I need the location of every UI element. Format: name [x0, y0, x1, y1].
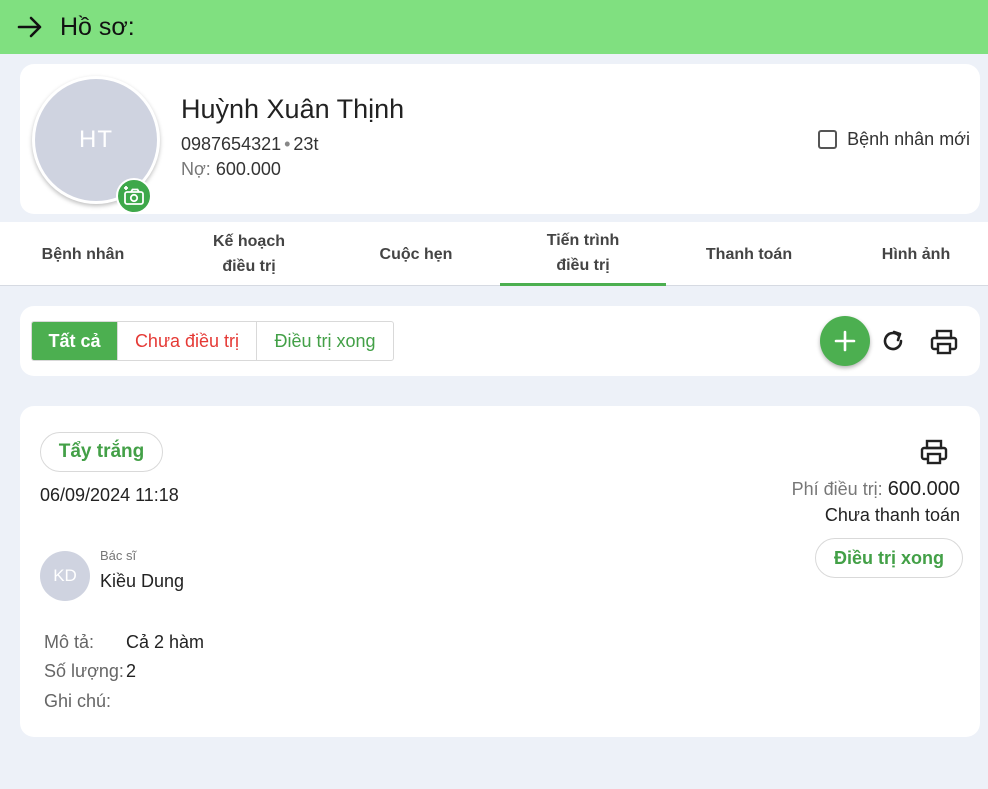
- treatment-card: Tẩy trắng 06/09/2024 11:18 Phí điều trị:…: [20, 406, 980, 737]
- treatment-datetime: 06/09/2024 11:18: [40, 485, 179, 505]
- patient-name: Huỳnh Xuân Thịnh: [181, 94, 405, 124]
- tab-label: Thanh toán: [705, 245, 793, 263]
- new-patient-checkbox[interactable]: [818, 130, 838, 149]
- tab-payment[interactable]: Thanh toán: [666, 222, 832, 286]
- treatment-tag: Tẩy trắng: [40, 432, 163, 472]
- top-bar: Hồ sơ:: [0, 0, 988, 54]
- plus-icon: [834, 330, 856, 352]
- tab-label-line2: điều trị: [222, 258, 276, 275]
- note-label: Ghi chú:: [44, 691, 112, 711]
- note-row: Ghi chú:: [44, 691, 126, 712]
- tab-label: Cuộc hẹn: [379, 245, 453, 263]
- patient-age: 23t: [293, 134, 319, 154]
- filter-pending[interactable]: Chưa điều trị: [118, 322, 257, 360]
- tab-images[interactable]: Hình ảnh: [833, 222, 988, 286]
- new-patient-label: Bệnh nhân mới: [847, 129, 970, 149]
- payment-status: Chưa thanh toán: [824, 505, 960, 525]
- tab-label: Tiến trình: [546, 231, 620, 249]
- new-patient-toggle[interactable]: Bệnh nhân mới: [818, 129, 970, 150]
- doctor-name: Kiều Dung: [100, 571, 185, 591]
- patient-debt: Nợ: 600.000: [181, 159, 281, 180]
- print-icon[interactable]: [930, 328, 958, 356]
- description-value: Cả 2 hàm: [126, 632, 205, 652]
- debt-label: Nợ:: [181, 159, 211, 179]
- description-label: Mô tả:: [44, 632, 95, 652]
- patient-phone: 0987654321: [181, 134, 282, 154]
- quantity-value: 2: [126, 661, 137, 681]
- back-button[interactable]: [0, 0, 60, 54]
- tab-patient[interactable]: Bệnh nhân: [0, 222, 166, 286]
- fee-label: Phí điều trị:: [791, 479, 883, 499]
- add-camera-icon: [124, 186, 144, 205]
- separator-dot: •: [284, 134, 291, 154]
- patient-initials: HT: [79, 126, 113, 153]
- tab-label-line2: điều trị: [556, 256, 610, 274]
- filter-bar: Tất cả Chưa điều trị Điều trị xong: [20, 306, 980, 376]
- tab-label: Bệnh nhân: [41, 245, 125, 263]
- fee-value: 600.000: [887, 478, 960, 500]
- quantity-label: Số lượng:: [44, 661, 124, 681]
- tab-treatment-progress[interactable]: Tiến trình điều trị: [500, 222, 666, 286]
- patient-profile-card: HT Huỳnh Xuân Thịnh 0987654321 • 23t Nợ: 6…: [20, 64, 980, 214]
- status-filter: Tất cả Chưa điều trị Điều trị xong: [31, 321, 394, 361]
- tab-label: Hình ảnh: [881, 245, 951, 263]
- add-photo-button[interactable]: [116, 178, 152, 214]
- tab-treatment-plan[interactable]: Kế hoạch điều trị: [166, 222, 332, 286]
- treatment-fee: Phí điều trị: 600.000: [792, 478, 960, 501]
- doctor-avatar: KD: [40, 551, 90, 601]
- page-title: Hồ sơ:: [60, 12, 135, 41]
- tab-appointments[interactable]: Cuộc hẹn: [333, 222, 499, 286]
- print-icon[interactable]: [920, 438, 948, 466]
- refresh-icon[interactable]: [880, 328, 906, 354]
- patient-contact: 0987654321 • 23t: [181, 134, 318, 155]
- quantity-row: Số lượng: 2: [44, 661, 136, 682]
- filter-all[interactable]: Tất cả: [32, 322, 118, 360]
- debt-value: 600.000: [215, 159, 281, 179]
- tab-bar: Bệnh nhân Kế hoạch điều trị Cuộc hẹn Tiế…: [0, 222, 988, 286]
- mark-done-button[interactable]: Điều trị xong: [815, 538, 963, 578]
- tab-label: Kế hoạch: [212, 233, 285, 250]
- filter-done[interactable]: Điều trị xong: [257, 322, 393, 360]
- doctor-label: Bác sĩ: [100, 548, 137, 563]
- arrow-right-icon: [17, 16, 42, 38]
- add-treatment-button[interactable]: [820, 316, 870, 366]
- description-row: Mô tả: Cả 2 hàm: [44, 632, 204, 653]
